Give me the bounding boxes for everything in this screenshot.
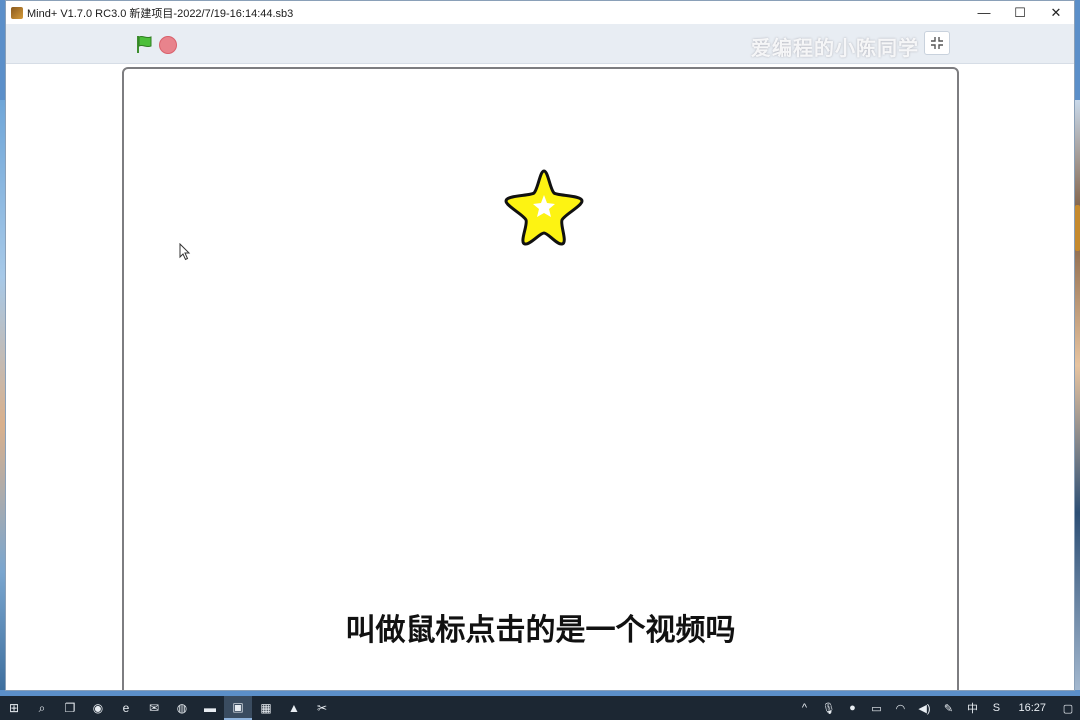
video-subtitle: 叫做鼠标点击的是一个视频吗 bbox=[345, 613, 736, 648]
stop-button[interactable] bbox=[159, 36, 177, 54]
sogou-icon[interactable]: S bbox=[984, 696, 1008, 720]
window-title: Mind+ V1.7.0 RC3.0 新建项目-2022/7/19-16:14:… bbox=[27, 7, 294, 20]
mindplus-window: Mind+ V1.7.0 RC3.0 新建项目-2022/7/19-16:14:… bbox=[5, 0, 1075, 691]
search-icon[interactable]: ⌕ bbox=[28, 696, 56, 720]
fullscreen-exit-icon bbox=[931, 37, 943, 49]
windows-start-icon[interactable]: ⊞ bbox=[0, 696, 28, 720]
clock[interactable]: 16:27 bbox=[1008, 696, 1056, 720]
watermark-text: 爱编程的小陈同学 bbox=[751, 38, 919, 60]
pen-icon[interactable]: ✎ bbox=[936, 696, 960, 720]
notification-icon[interactable]: ▢ bbox=[1056, 696, 1080, 720]
wifi-icon[interactable]: ◠ bbox=[888, 696, 912, 720]
battery-icon[interactable]: ▭ bbox=[864, 696, 888, 720]
window-controls: — ☐ ✕ bbox=[966, 1, 1074, 24]
volume-icon[interactable]: ◀) bbox=[912, 696, 936, 720]
close-button[interactable]: ✕ bbox=[1038, 1, 1074, 24]
network-app-icon[interactable]: ◉ bbox=[84, 696, 112, 720]
capcut-icon[interactable]: ✂ bbox=[308, 696, 336, 720]
star-sprite[interactable] bbox=[502, 167, 586, 247]
app-window-icon[interactable]: ▦ bbox=[252, 696, 280, 720]
stage-toolbar: 爱编程的小陈同学 bbox=[6, 24, 1074, 64]
mouse-cursor-icon bbox=[179, 243, 191, 261]
mindplus-icon[interactable]: ▣ bbox=[224, 696, 252, 720]
green-flag-icon[interactable] bbox=[134, 34, 154, 54]
app-logo-icon bbox=[11, 6, 23, 19]
windows-taskbar: ⊞ ⌕ ❐ ◉ e ✉ ◍ ▬ ▣ ▦ ▲ ✂ ^ 🎙 ● ▭ ◠ ◀) ✎ 中… bbox=[0, 696, 1080, 720]
app-triangle-icon[interactable]: ▲ bbox=[280, 696, 308, 720]
fullscreen-exit-button[interactable] bbox=[924, 31, 950, 55]
wechat-icon[interactable]: ✉ bbox=[140, 696, 168, 720]
microphone-icon[interactable]: 🎙 bbox=[816, 696, 840, 720]
tray-chevron-icon[interactable]: ^ bbox=[792, 696, 816, 720]
system-tray: ^ 🎙 ● ▭ ◠ ◀) ✎ 中 S 16:27 ▢ bbox=[792, 696, 1080, 720]
desktop-scroll-indicator bbox=[1075, 205, 1080, 251]
maximize-button[interactable]: ☐ bbox=[1002, 1, 1038, 24]
ime-indicator[interactable]: 中 bbox=[960, 696, 984, 720]
file-explorer-icon[interactable]: ▬ bbox=[196, 696, 224, 720]
minimize-button[interactable]: — bbox=[966, 1, 1002, 24]
chrome-icon[interactable]: ◍ bbox=[168, 696, 196, 720]
stage-canvas[interactable]: 叫做鼠标点击的是一个视频吗 bbox=[122, 67, 959, 690]
task-view-icon[interactable]: ❐ bbox=[56, 696, 84, 720]
edge-icon[interactable]: e bbox=[112, 696, 140, 720]
title-bar[interactable]: Mind+ V1.7.0 RC3.0 新建项目-2022/7/19-16:14:… bbox=[6, 1, 1074, 24]
tray-app-icon[interactable]: ● bbox=[840, 696, 864, 720]
